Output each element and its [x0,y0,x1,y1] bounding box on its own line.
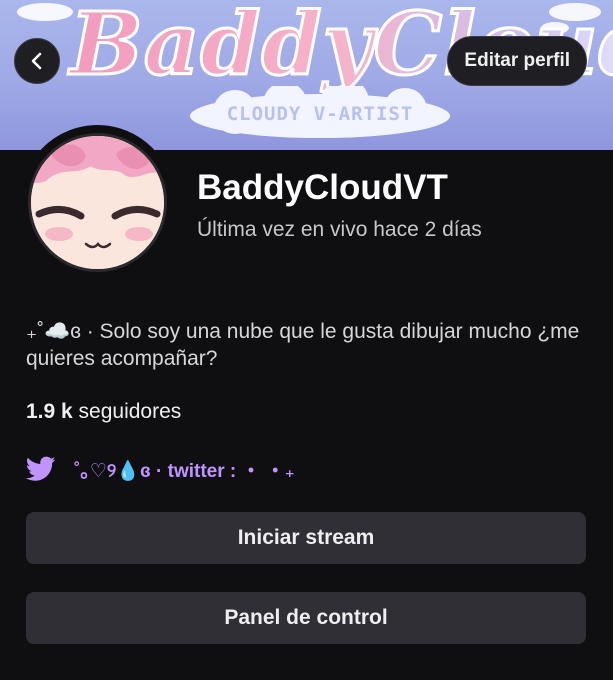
avatar[interactable] [20,125,175,280]
last-live-status: Última vez en vivo hace 2 días [197,218,482,241]
back-button[interactable] [14,38,60,84]
control-panel-button[interactable]: Panel de control [26,592,586,644]
avatar-illustration-icon [31,136,164,269]
banner-subtitle-cloud: CLOUDY V-ARTIST [175,86,465,142]
banner-subtitle: CLOUDY V-ARTIST [226,103,414,125]
followers-number: 1.9 k [26,400,73,423]
followers-label: seguidores [72,400,182,423]
twitter-bird-icon [26,456,56,481]
channel-name: BaddyCloudVT [197,168,448,207]
avatar-image [28,133,167,272]
chevron-left-icon [31,52,42,70]
edit-profile-button[interactable]: Editar perfil [447,36,587,86]
start-stream-button[interactable]: Iniciar stream [26,512,586,564]
followers-count[interactable]: 1.9 k seguidores [26,400,181,424]
social-link-twitter[interactable]: ˚｡♡୨💧ɞ · twitter : ・ ・₊ [26,455,295,483]
profile-bio: ₊˚☁️ɞ · Solo soy una nube que le gusta d… [26,320,580,370]
social-link-label: ˚｡♡୨💧ɞ · twitter : ・ ・₊ [74,460,295,482]
